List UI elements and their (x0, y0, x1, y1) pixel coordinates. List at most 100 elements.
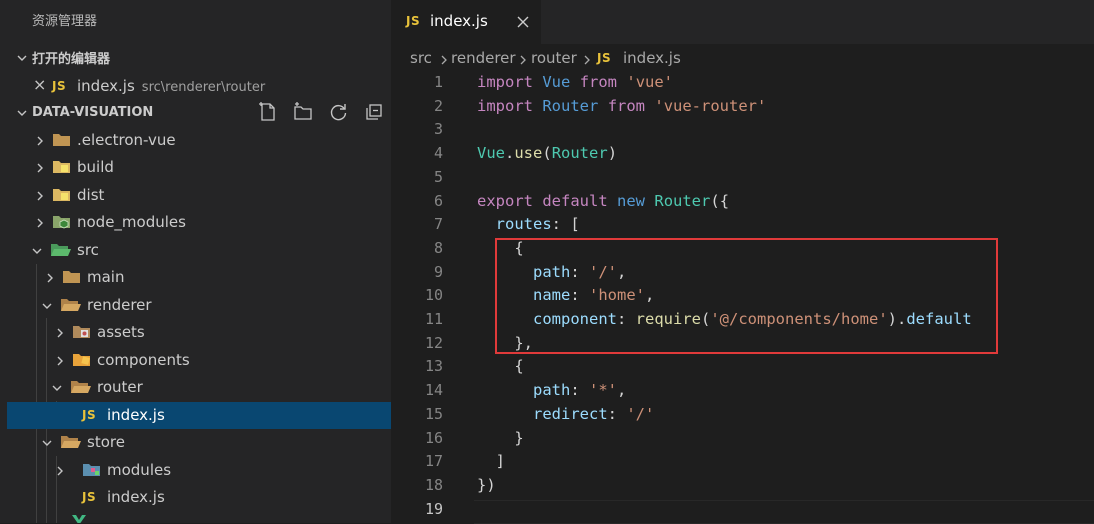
build-folder-icon (53, 161, 70, 173)
code-token: , (617, 381, 627, 400)
folder-icon (53, 134, 70, 146)
code-line: }) (477, 476, 496, 494)
chevron-down-icon (32, 248, 42, 254)
code-token: import (477, 73, 533, 91)
new-file-icon[interactable] (257, 101, 279, 123)
code-token: 'vue-router' (654, 96, 767, 115)
code-token: new (617, 191, 646, 210)
js-file-icon: JS (597, 51, 612, 65)
tree-item-index-js-router[interactable]: JS index.js (7, 402, 391, 429)
tree-item-label: dist (77, 186, 105, 204)
line-number: 1 (433, 73, 443, 91)
tree-item-electron-vue[interactable]: .electron-vue (7, 127, 391, 154)
close-icon[interactable] (513, 12, 533, 32)
breadcrumb-item[interactable]: index.js (623, 49, 681, 67)
code-token: ({ (710, 191, 730, 210)
chevron-down-icon (42, 303, 52, 309)
code-token: use (514, 144, 543, 163)
open-editors-header[interactable]: 打开的编辑器 (0, 44, 391, 71)
tree-item-label: store (87, 433, 125, 451)
highlight-annotation-box (495, 238, 998, 354)
line-number: 13 (424, 357, 443, 376)
chevron-right-icon (520, 55, 526, 65)
tree-item-router[interactable]: router (7, 374, 391, 401)
new-folder-icon[interactable] (292, 101, 314, 123)
collapse-all-icon[interactable] (363, 101, 385, 123)
tab-index-js[interactable]: JS index.js (391, 0, 541, 44)
current-line-highlight (474, 500, 1094, 524)
src-folder-icon (51, 244, 71, 256)
tree-item-components[interactable]: components (7, 347, 391, 374)
js-file-icon: JS (82, 490, 97, 504)
code-token: from (607, 96, 646, 115)
code-token: { (477, 357, 524, 376)
tree-item-renderer[interactable]: renderer (7, 292, 391, 319)
js-file-icon: JS (82, 408, 97, 422)
folder-open-icon (71, 381, 91, 393)
tree-item-index-js-store[interactable]: JS index.js (7, 484, 391, 511)
code-token: '*' (589, 381, 617, 400)
chevron-down-icon (14, 50, 30, 66)
code-token: routes (495, 215, 552, 234)
chevron-right-icon (37, 136, 43, 146)
breadcrumb-item[interactable]: src (410, 49, 432, 67)
code-line: Vue.use(Router) (477, 144, 617, 162)
line-number: 3 (433, 120, 443, 139)
line-number: 18 (424, 475, 443, 494)
line-number: 16 (424, 428, 443, 447)
code-line: } (477, 429, 523, 447)
tree-item-modules[interactable]: modules (7, 457, 391, 484)
tree-item-label: .electron-vue (77, 131, 176, 149)
chevron-right-icon (57, 356, 63, 366)
code-line: export default new Router({ (477, 192, 729, 210)
modules-folder-icon (83, 464, 100, 476)
tree-item-src[interactable]: src (7, 237, 391, 264)
code-token: ) (607, 144, 618, 163)
code-token: . (505, 144, 515, 163)
line-number: 6 (433, 191, 443, 210)
components-folder-icon (73, 354, 90, 366)
code-token: ] (477, 452, 505, 471)
line-number: 4 (433, 144, 443, 163)
code-line: routes: [ (477, 215, 580, 233)
chevron-right-icon (441, 55, 447, 65)
code-line: { (477, 357, 524, 376)
chevron-right-icon (57, 328, 63, 338)
tab-bar: JS index.js (391, 0, 1094, 44)
code-token: from (579, 73, 618, 91)
chevron-right-icon (57, 466, 63, 476)
tree-item-store[interactable]: store (7, 429, 391, 456)
chevron-right-icon (37, 163, 43, 173)
chevron-right-icon (584, 55, 590, 65)
tree-item-dist[interactable]: dist (7, 182, 391, 209)
project-name: DATA-VISUATION (32, 105, 154, 120)
line-number: 15 (424, 404, 443, 423)
code-editor[interactable]: 1 2 3 4 5 6 7 8 9 10 11 12 13 14 15 16 17 18 19 import Vue… (391, 72, 1094, 524)
js-file-icon: JS (406, 14, 421, 28)
code-token: : [ (551, 215, 580, 234)
open-editor-item[interactable]: × JS index.js src\renderer\router (0, 73, 391, 100)
tree-item-label: main (87, 268, 125, 286)
breadcrumb-item[interactable]: renderer (451, 49, 516, 67)
refresh-icon[interactable] (328, 101, 350, 123)
code-token: path (533, 381, 571, 400)
tree-item-assets[interactable]: assets (7, 319, 391, 346)
line-number: 11 (424, 310, 443, 328)
node-folder-icon (53, 216, 70, 229)
chevron-down-icon (42, 440, 52, 446)
tree-item-node-modules[interactable]: node_modules (7, 209, 391, 236)
open-editors-label: 打开的编辑器 (32, 52, 111, 67)
tree-item-build[interactable]: build (7, 154, 391, 181)
close-icon[interactable]: × (33, 75, 46, 94)
tree-item-main[interactable]: main (7, 264, 391, 291)
breadcrumb-item[interactable]: router (531, 49, 577, 67)
tab-label: index.js (430, 12, 488, 30)
code-line: redirect: '/' (477, 405, 654, 423)
chevron-down-icon (14, 105, 30, 121)
